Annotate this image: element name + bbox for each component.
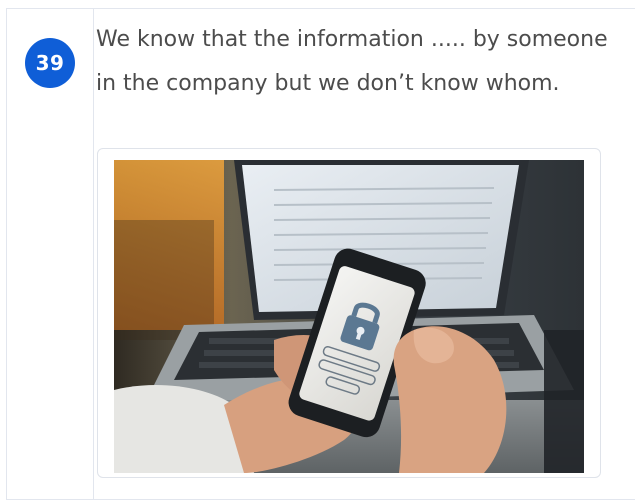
- question-image-frame: [97, 148, 601, 478]
- question-number-column: 39: [7, 9, 94, 499]
- phone-lock-photo: [114, 160, 584, 473]
- question-number-badge: 39: [25, 38, 75, 88]
- question-text: We know that the information ..... by so…: [96, 27, 608, 96]
